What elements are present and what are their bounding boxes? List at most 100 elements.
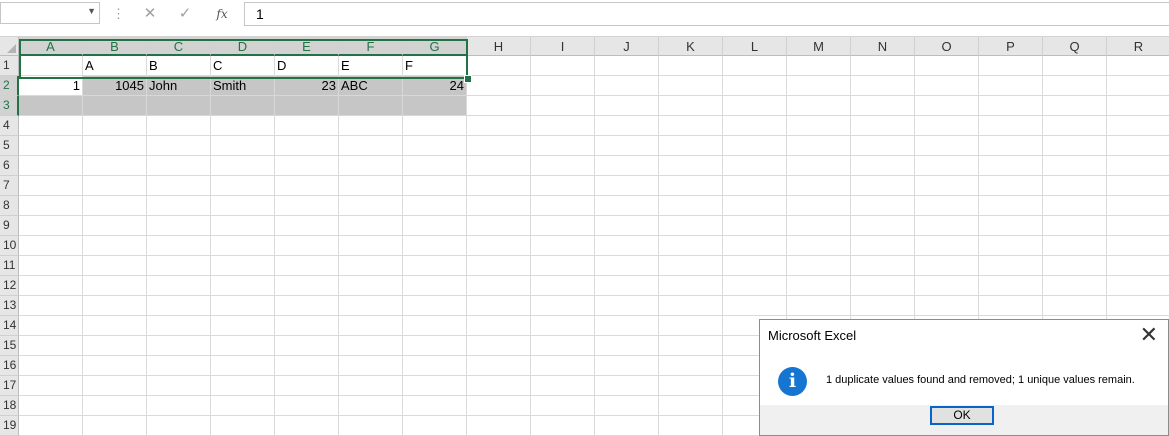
cell-a7[interactable] (19, 176, 83, 196)
cell-b18[interactable] (83, 396, 147, 416)
cell-g19[interactable] (403, 416, 467, 436)
cell-c12[interactable] (147, 276, 211, 296)
row-header-15[interactable]: 15 (0, 336, 19, 356)
cell-r10[interactable] (1107, 236, 1169, 256)
cell-f12[interactable] (339, 276, 403, 296)
cell-m3[interactable] (787, 96, 851, 116)
cell-k9[interactable] (659, 216, 723, 236)
cell-p7[interactable] (979, 176, 1043, 196)
cell-i3[interactable] (531, 96, 595, 116)
cell-q2[interactable] (1043, 76, 1107, 96)
cell-e1[interactable]: D (275, 56, 339, 76)
cell-n11[interactable] (851, 256, 915, 276)
cell-d11[interactable] (211, 256, 275, 276)
row-header-10[interactable]: 10 (0, 236, 19, 256)
cell-e10[interactable] (275, 236, 339, 256)
cell-l13[interactable] (723, 296, 787, 316)
cell-m10[interactable] (787, 236, 851, 256)
cell-i16[interactable] (531, 356, 595, 376)
cell-c6[interactable] (147, 156, 211, 176)
cell-f17[interactable] (339, 376, 403, 396)
cell-i13[interactable] (531, 296, 595, 316)
cell-m4[interactable] (787, 116, 851, 136)
cell-j8[interactable] (595, 196, 659, 216)
cell-g1[interactable]: F (403, 56, 467, 76)
formula-input[interactable]: 1 (244, 2, 1169, 26)
ok-button[interactable]: OK (930, 406, 994, 425)
cell-r13[interactable] (1107, 296, 1169, 316)
cell-h7[interactable] (467, 176, 531, 196)
row-header-17[interactable]: 17 (0, 376, 19, 396)
cell-r12[interactable] (1107, 276, 1169, 296)
row-header-2[interactable]: 2 (0, 76, 19, 96)
cell-i4[interactable] (531, 116, 595, 136)
cell-c10[interactable] (147, 236, 211, 256)
cell-j5[interactable] (595, 136, 659, 156)
cell-j1[interactable] (595, 56, 659, 76)
cell-p8[interactable] (979, 196, 1043, 216)
cell-a11[interactable] (19, 256, 83, 276)
cell-m9[interactable] (787, 216, 851, 236)
cell-e19[interactable] (275, 416, 339, 436)
cell-o5[interactable] (915, 136, 979, 156)
cell-n3[interactable] (851, 96, 915, 116)
cell-n1[interactable] (851, 56, 915, 76)
cell-o9[interactable] (915, 216, 979, 236)
cell-g10[interactable] (403, 236, 467, 256)
close-icon[interactable]: ✕ (1140, 322, 1158, 348)
cell-h14[interactable] (467, 316, 531, 336)
column-header-r[interactable]: R (1107, 37, 1169, 56)
cell-f2[interactable]: ABC (339, 76, 403, 96)
cell-r11[interactable] (1107, 256, 1169, 276)
cell-b1[interactable]: A (83, 56, 147, 76)
cell-l2[interactable] (723, 76, 787, 96)
cell-l6[interactable] (723, 156, 787, 176)
cell-e11[interactable] (275, 256, 339, 276)
cell-j7[interactable] (595, 176, 659, 196)
cell-c2[interactable]: John (147, 76, 211, 96)
cell-b5[interactable] (83, 136, 147, 156)
cell-g9[interactable] (403, 216, 467, 236)
cell-c15[interactable] (147, 336, 211, 356)
cell-n10[interactable] (851, 236, 915, 256)
cell-b4[interactable] (83, 116, 147, 136)
cell-c13[interactable] (147, 296, 211, 316)
cell-o4[interactable] (915, 116, 979, 136)
cell-p3[interactable] (979, 96, 1043, 116)
cell-i2[interactable] (531, 76, 595, 96)
cell-c9[interactable] (147, 216, 211, 236)
row-header-16[interactable]: 16 (0, 356, 19, 376)
cell-b8[interactable] (83, 196, 147, 216)
cell-k1[interactable] (659, 56, 723, 76)
row-header-11[interactable]: 11 (0, 256, 19, 276)
cell-m1[interactable] (787, 56, 851, 76)
cell-n12[interactable] (851, 276, 915, 296)
cell-h19[interactable] (467, 416, 531, 436)
cell-f5[interactable] (339, 136, 403, 156)
cell-h13[interactable] (467, 296, 531, 316)
cell-d14[interactable] (211, 316, 275, 336)
cell-f14[interactable] (339, 316, 403, 336)
cell-h3[interactable] (467, 96, 531, 116)
cell-f7[interactable] (339, 176, 403, 196)
cell-q8[interactable] (1043, 196, 1107, 216)
cell-r3[interactable] (1107, 96, 1169, 116)
cell-c8[interactable] (147, 196, 211, 216)
cell-j4[interactable] (595, 116, 659, 136)
cell-a2[interactable]: 1 (19, 76, 83, 96)
cell-b10[interactable] (83, 236, 147, 256)
cell-j14[interactable] (595, 316, 659, 336)
cell-p1[interactable] (979, 56, 1043, 76)
cell-c7[interactable] (147, 176, 211, 196)
cell-b12[interactable] (83, 276, 147, 296)
cell-j18[interactable] (595, 396, 659, 416)
column-header-b[interactable]: B (83, 37, 147, 56)
cell-p6[interactable] (979, 156, 1043, 176)
select-all-button[interactable] (0, 37, 19, 56)
cell-o10[interactable] (915, 236, 979, 256)
cell-n4[interactable] (851, 116, 915, 136)
column-header-p[interactable]: P (979, 37, 1043, 56)
cell-m8[interactable] (787, 196, 851, 216)
cell-l10[interactable] (723, 236, 787, 256)
cell-n13[interactable] (851, 296, 915, 316)
